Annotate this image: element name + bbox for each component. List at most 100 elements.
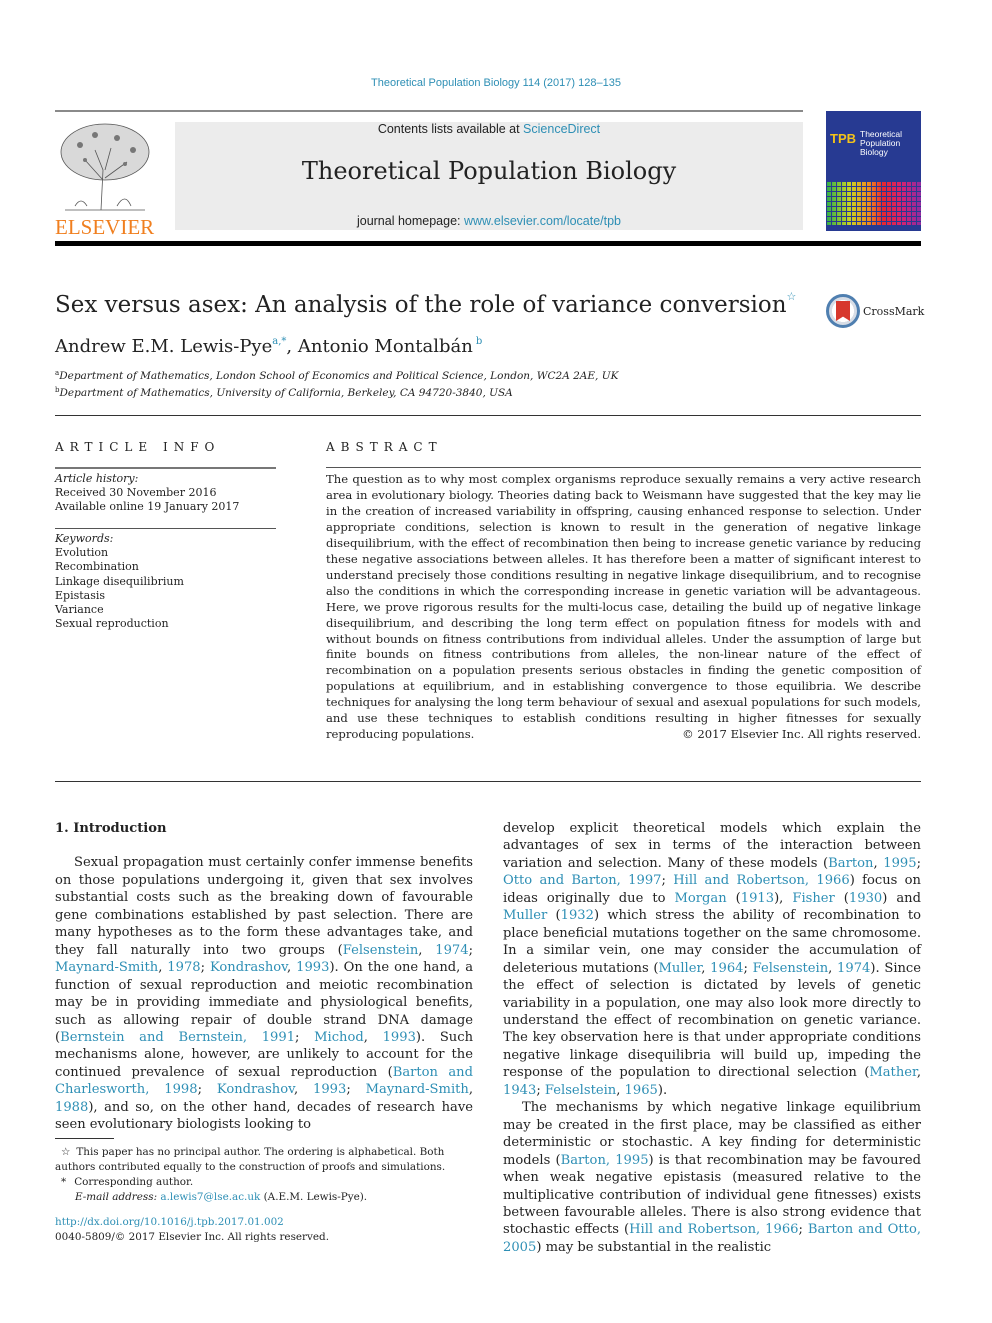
body-text: ( bbox=[726, 890, 741, 906]
body-text: ), and so, on the other hand, decades of… bbox=[55, 1099, 473, 1133]
crossmark-icon bbox=[826, 294, 860, 328]
article-info-heading: ARTICLE INFO bbox=[55, 440, 221, 454]
reference-link[interactable]: Fisher bbox=[792, 891, 834, 906]
article-history: Article history: Received 30 November 20… bbox=[55, 472, 239, 515]
title-footnote-mark[interactable]: ☆ bbox=[787, 290, 797, 303]
reference-link[interactable]: Maynard-Smith bbox=[366, 1082, 469, 1097]
sciencedirect-link[interactable]: ScienceDirect bbox=[523, 122, 600, 136]
reference-link[interactable]: Hill and Robertson, 1966 bbox=[629, 1222, 798, 1237]
reference-link[interactable]: 1988 bbox=[55, 1100, 88, 1115]
reference-link[interactable]: Muller bbox=[658, 961, 701, 976]
body-text: , bbox=[616, 1082, 625, 1098]
abstract-divider bbox=[326, 467, 921, 468]
body-text: ) may be substantial in the realistic bbox=[536, 1239, 772, 1255]
reference-link[interactable]: 1995 bbox=[883, 856, 916, 871]
history-item: Received 30 November 2016 bbox=[55, 486, 217, 500]
paper-title-text: Sex versus asex: An analysis of the role… bbox=[55, 292, 787, 318]
abstract-heading: ABSTRACT bbox=[326, 440, 443, 454]
body-left-column: 1. Introduction Sexual propagation must … bbox=[55, 820, 473, 1134]
reference-link[interactable]: Morgan bbox=[674, 891, 726, 906]
journal-title: Theoretical Population Biology bbox=[301, 157, 677, 185]
body-paragraph: Sexual propagation must certainly confer… bbox=[55, 854, 473, 1133]
doi-block: http://dx.doi.org/10.1016/j.tpb.2017.01.… bbox=[55, 1215, 329, 1245]
body-text: ; bbox=[197, 1082, 217, 1098]
reference-link[interactable]: 1932 bbox=[561, 908, 594, 923]
crossmark-badge[interactable]: CrossMark bbox=[826, 294, 924, 328]
reference-link[interactable]: Felsenstein bbox=[753, 961, 829, 976]
author-name: Andrew E.M. Lewis-Pye bbox=[55, 336, 273, 357]
reference-link[interactable]: 1913 bbox=[741, 891, 774, 906]
abstract-bottom-divider bbox=[55, 781, 921, 782]
body-text: ) and bbox=[882, 890, 921, 906]
homepage-prefix: journal homepage: bbox=[356, 214, 464, 228]
reference-link[interactable]: Muller bbox=[503, 908, 547, 923]
homepage-line: journal homepage: www.elsevier.com/locat… bbox=[175, 214, 803, 228]
body-text: , bbox=[468, 1082, 473, 1098]
reference-link[interactable]: 1974 bbox=[435, 943, 468, 958]
body-text: ; bbox=[200, 960, 210, 976]
reference-link[interactable]: 1965 bbox=[625, 1083, 658, 1098]
keyword: Evolution bbox=[55, 546, 109, 560]
reference-link[interactable]: Hill and Robertson, 1966 bbox=[673, 873, 849, 888]
body-text: , bbox=[701, 960, 711, 976]
doi-link[interactable]: http://dx.doi.org/10.1016/j.tpb.2017.01.… bbox=[55, 1215, 329, 1230]
footnote-divider bbox=[55, 1138, 114, 1139]
reference-link[interactable]: Felselstein bbox=[545, 1083, 616, 1098]
reference-link[interactable]: Bernstein and Bernstein, 1991 bbox=[60, 1030, 295, 1045]
footnote-corresponding-mark: * bbox=[61, 1176, 67, 1188]
body-paragraph: The mechanisms by which negative linkage… bbox=[503, 1099, 921, 1256]
reference-link[interactable]: 1974 bbox=[837, 961, 870, 976]
journal-banner: Contents lists available at ScienceDirec… bbox=[175, 122, 803, 230]
paper-title: Sex versus asex: An analysis of the role… bbox=[55, 290, 796, 318]
history-item: Available online 19 January 2017 bbox=[55, 500, 240, 514]
cover-abbrev: TPB bbox=[830, 131, 856, 146]
journal-cover[interactable]: TPB Theoretical Population Biology bbox=[826, 111, 921, 231]
body-text: ; bbox=[798, 1222, 808, 1238]
body-text: ; bbox=[916, 855, 921, 871]
reference-link[interactable]: 1930 bbox=[849, 891, 882, 906]
reference-link[interactable]: 1993 bbox=[383, 1030, 416, 1045]
reference-link[interactable]: Felsenstein bbox=[343, 943, 419, 958]
elsevier-logo[interactable]: ELSEVIER bbox=[55, 120, 155, 238]
reference-link[interactable]: 1978 bbox=[167, 960, 200, 975]
footnotes: ☆ This paper has no principal author. The… bbox=[55, 1145, 473, 1205]
reference-link[interactable]: 1943 bbox=[503, 1083, 536, 1098]
body-text: ; bbox=[346, 1082, 366, 1098]
journal-citation[interactable]: Theoretical Population Biology 114 (2017… bbox=[0, 77, 992, 89]
cover-title: Theoretical Population Biology bbox=[860, 130, 902, 157]
reference-link[interactable]: Barton, 1995 bbox=[561, 1153, 649, 1168]
body-text: , bbox=[363, 1029, 383, 1045]
reference-link[interactable]: 1993 bbox=[313, 1082, 346, 1097]
author-marks[interactable]: b bbox=[476, 336, 482, 347]
reference-link[interactable]: Otto and Barton, 1997 bbox=[503, 873, 661, 888]
author-separator: , bbox=[286, 336, 298, 357]
affiliation-text: Department of Mathematics, London School… bbox=[59, 370, 619, 382]
body-text: ( bbox=[834, 890, 849, 906]
crossmark-label: CrossMark bbox=[863, 304, 925, 318]
reference-link[interactable]: Barton bbox=[828, 856, 873, 871]
reference-link[interactable]: 1964 bbox=[710, 961, 743, 976]
cover-pixel-art bbox=[826, 181, 921, 225]
reference-link[interactable]: Maynard-Smith bbox=[55, 960, 158, 975]
footnote-star-text: This paper has no principal author. The … bbox=[55, 1146, 446, 1173]
body-text: ). bbox=[657, 1082, 668, 1098]
email-suffix: (A.E.M. Lewis-Pye). bbox=[260, 1191, 368, 1203]
author-marks[interactable]: a,* bbox=[272, 336, 286, 347]
article-info-divider bbox=[55, 467, 276, 469]
footnote-star-mark: ☆ bbox=[61, 1146, 71, 1158]
reference-link[interactable]: Michod bbox=[314, 1030, 364, 1045]
reference-link[interactable]: 1993 bbox=[296, 960, 329, 975]
body-paragraph: develop explicit theoretical models whic… bbox=[503, 820, 921, 1099]
reference-link[interactable]: Mather bbox=[869, 1065, 916, 1080]
email-link[interactable]: a.lewis7@lse.ac.uk bbox=[160, 1191, 260, 1203]
reference-link[interactable]: Kondrashov bbox=[210, 960, 287, 975]
footnote-corresponding-text: Corresponding author. bbox=[74, 1176, 194, 1188]
body-text: ), bbox=[774, 890, 793, 906]
body-text: , bbox=[293, 1082, 314, 1098]
header-thick-divider bbox=[55, 241, 921, 246]
title-divider bbox=[55, 415, 921, 416]
email-label: E-mail address: bbox=[75, 1191, 158, 1203]
reference-link[interactable]: Kondrashov bbox=[217, 1082, 294, 1097]
journal-homepage-link[interactable]: www.elsevier.com/locate/tpb bbox=[464, 214, 621, 228]
body-text: , bbox=[828, 960, 838, 976]
